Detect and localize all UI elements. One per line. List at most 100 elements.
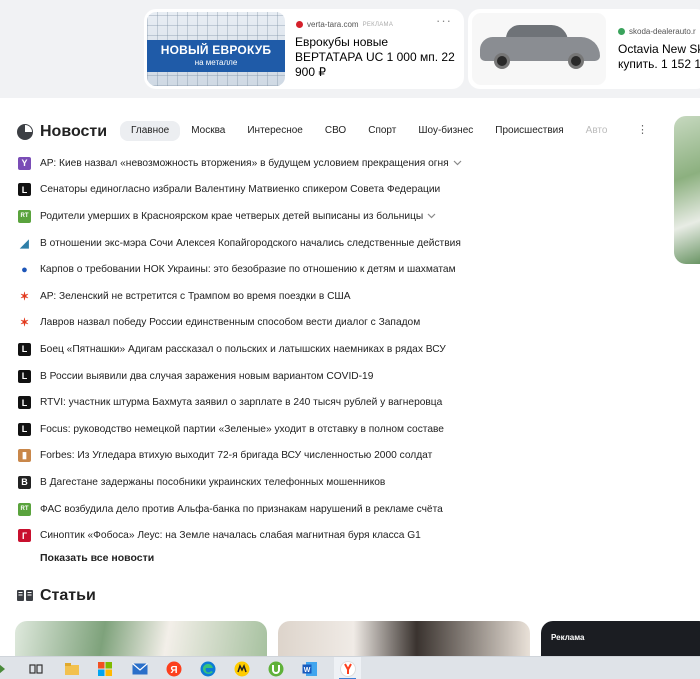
news-source-icon: Г — [18, 529, 31, 543]
news-source-icon: RT — [18, 502, 31, 516]
svg-text:Я: Я — [170, 665, 177, 676]
news-headline[interactable]: АР: Зеленский не встретится с Трампом во… — [40, 291, 351, 302]
news-item[interactable]: L Focus: руководство немецкой партии «Зел… — [18, 416, 462, 443]
windows-taskbar: Я W — [0, 656, 700, 679]
ad-card-eurocube[interactable]: НОВЫЙ ЕВРОКУБ на металле verta-tara.com … — [144, 9, 464, 89]
news-source-icon: L — [18, 369, 31, 383]
mail-icon[interactable] — [131, 660, 148, 677]
source-favicon-icon — [296, 21, 303, 28]
article-card-ad[interactable]: Реклама — [541, 621, 700, 661]
news-item[interactable]: ◢ В отношении экс-мэра Сочи Алексея Копай… — [18, 230, 462, 257]
news-headline[interactable]: Карпов о требовании НОК Украины: это без… — [40, 264, 456, 275]
tab-auto[interactable]: Авто — [575, 121, 619, 141]
ad-card-skoda[interactable]: skoda-dealerauto.r Octavia New Sk купить… — [468, 9, 700, 89]
news-headline[interactable]: В Дагестане задержаны пособники украинск… — [40, 477, 385, 488]
news-source-icon: Y — [18, 156, 31, 170]
task-view-icon[interactable] — [27, 660, 44, 677]
more-tabs-icon[interactable]: ⋮ — [637, 123, 648, 136]
news-source-icon: ● — [21, 263, 28, 276]
news-tabs: Главное Москва Интересное СВО Спорт Шоу-… — [120, 120, 618, 142]
ad-label: Реклама — [551, 633, 585, 642]
news-item[interactable]: B В Дагестане задержаны пособники украинс… — [18, 469, 462, 496]
news-headline[interactable]: RTVI: участник штурма Бахмута заявил о з… — [40, 397, 442, 408]
news-source-icon: L — [18, 342, 31, 356]
news-source-icon: ▮ — [18, 449, 31, 463]
ad-image-title: НОВЫЙ ЕВРОКУБ — [160, 43, 272, 57]
news-item[interactable]: RT ФАС возбудила дело против Альфа-банка … — [18, 496, 462, 523]
news-source-icon: B — [18, 475, 31, 489]
torrent-icon[interactable] — [267, 660, 284, 677]
news-headline[interactable]: Лавров назвал победу России единственным… — [40, 317, 420, 328]
news-item[interactable]: Y АР: Киев назвал «невозможность вторжени… — [18, 150, 462, 177]
svg-text:W: W — [303, 667, 310, 674]
more-options-icon[interactable]: ··· — [436, 13, 452, 28]
source-favicon-icon — [618, 28, 625, 35]
news-list: Y АР: Киев назвал «невозможность вторжени… — [18, 150, 462, 549]
news-headline[interactable]: В отношении экс-мэра Сочи Алексея Копайг… — [40, 238, 461, 249]
news-item[interactable]: L В России выявили два случая заражения н… — [18, 363, 462, 390]
news-item[interactable]: ✶ Лавров назвал победу России единственны… — [18, 310, 462, 337]
ad-source: skoda-dealerauto.r — [618, 27, 696, 36]
news-headline[interactable]: АР: Киев назвал «невозможность вторжения… — [40, 158, 449, 169]
articles-icon — [17, 590, 33, 601]
news-headline[interactable]: Родители умерших в Красноярском крае чет… — [40, 211, 423, 222]
tab-main[interactable]: Главное — [120, 121, 181, 141]
news-source-icon: RT — [18, 209, 31, 223]
edge-icon[interactable] — [199, 660, 216, 677]
tab-moscow[interactable]: Москва — [180, 121, 236, 141]
news-source-icon: ✶ — [19, 290, 30, 303]
ad-image: НОВЫЙ ЕВРОКУБ на металле — [147, 12, 285, 86]
news-item[interactable]: RT Родители умерших в Красноярском крае ч… — [18, 203, 462, 230]
show-desktop-edge-icon[interactable] — [0, 660, 8, 677]
news-headline[interactable]: Синоптик «Фобоса» Леус: на Земле началас… — [40, 530, 421, 541]
news-item[interactable]: ▮ Forbes: Из Угледара втихую выходит 72-я… — [18, 443, 462, 470]
word-icon[interactable]: W — [301, 660, 318, 677]
chevron-down-icon[interactable] — [453, 158, 462, 168]
news-item[interactable]: Г Синоптик «Фобоса» Леус: на Земле начала… — [18, 522, 462, 549]
article-card[interactable] — [278, 621, 530, 661]
news-source-icon: L — [18, 396, 31, 410]
store-icon[interactable] — [96, 660, 113, 677]
side-card-image[interactable] — [674, 116, 700, 264]
news-headline[interactable]: В России выявили два случая заражения но… — [40, 371, 373, 382]
tab-interesting[interactable]: Интересное — [236, 121, 314, 141]
news-source-icon: L — [18, 183, 31, 197]
tab-incidents[interactable]: Происшествия — [484, 121, 574, 141]
ad-source-domain: verta-tara.com — [307, 20, 359, 29]
ad-car-image — [472, 13, 606, 85]
file-explorer-icon[interactable] — [63, 660, 80, 677]
ad-tag: РЕКЛАМА — [362, 21, 394, 28]
news-item[interactable]: ✶ АР: Зеленский не встретится с Трампом в… — [18, 283, 462, 310]
ad-image-subtitle: на металле — [194, 58, 238, 67]
tab-showbiz[interactable]: Шоу-бизнес — [407, 121, 484, 141]
article-card[interactable] — [15, 621, 267, 661]
show-all-news-link[interactable]: Показать все новости — [40, 552, 154, 564]
news-headline[interactable]: Боец «Пятнашки» Адигам рассказал о польс… — [40, 344, 446, 355]
news-headline[interactable]: Focus: руководство немецкой партии «Зеле… — [40, 424, 444, 435]
news-item[interactable]: L Сенаторы единогласно избрали Валентину … — [18, 177, 462, 204]
news-item[interactable]: ● Карпов о требовании НОК Украины: это бе… — [18, 256, 462, 283]
ad-title[interactable]: Еврокубы новые ВЕРТАТАРА UC 1 000 мп. 22… — [295, 35, 455, 80]
news-headline[interactable]: Сенаторы единогласно избрали Валентину М… — [40, 184, 440, 195]
ad-source: verta-tara.com РЕКЛАМА — [296, 20, 393, 29]
yandex-music-icon[interactable]: Я — [165, 660, 182, 677]
chevron-down-icon[interactable] — [427, 211, 436, 221]
news-source-icon: ◢ — [20, 237, 29, 250]
tab-sport[interactable]: Спорт — [357, 121, 407, 141]
tab-svo[interactable]: СВО — [314, 121, 357, 141]
news-title[interactable]: Новости — [40, 123, 107, 141]
news-headline[interactable]: ФАС возбудила дело против Альфа-банка по… — [40, 504, 443, 515]
news-item[interactable]: L Боец «Пятнашки» Адигам рассказал о поль… — [18, 336, 462, 363]
news-item[interactable]: L RTVI: участник штурма Бахмута заявил о … — [18, 389, 462, 416]
yandex-browser-icon[interactable] — [339, 660, 356, 677]
articles-title[interactable]: Статьи — [40, 587, 96, 605]
news-header: Новости — [16, 120, 107, 144]
ad-title-line: купить. 1 152 10 — [618, 57, 700, 71]
ad-title[interactable]: Octavia New Sk купить. 1 152 10 — [618, 42, 700, 72]
news-headline[interactable]: Forbes: Из Угледара втихую выходит 72-я … — [40, 450, 432, 461]
news-source-icon: ✶ — [19, 317, 30, 330]
news-source-icon: L — [18, 422, 31, 436]
ad-source-domain: skoda-dealerauto.r — [629, 27, 696, 36]
yandex-market-icon[interactable] — [233, 660, 250, 677]
ad-title-line: Octavia New Sk — [618, 42, 700, 56]
